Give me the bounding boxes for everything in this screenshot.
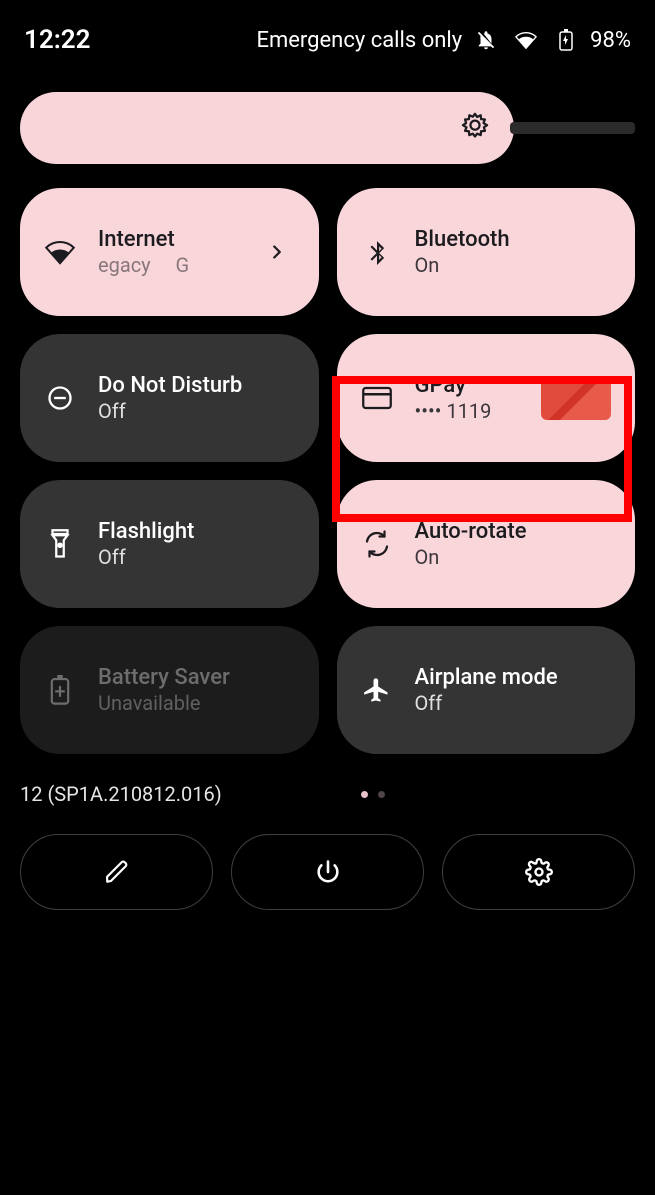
tile-subtitle: egacy G xyxy=(98,253,189,278)
page-indicator[interactable] xyxy=(361,791,385,798)
status-right: Emergency calls only 98% xyxy=(256,24,631,56)
flashlight-icon xyxy=(44,528,76,560)
tile-subtitle: Off xyxy=(98,399,242,424)
power-icon xyxy=(312,856,344,888)
brightness-track[interactable] xyxy=(510,122,635,134)
tile-title: Bluetooth xyxy=(415,226,510,254)
tile-subtitle: On xyxy=(415,253,510,278)
airplane-icon xyxy=(361,674,393,706)
tile-gpay[interactable]: GPay •••• 1119 xyxy=(337,334,636,462)
quick-tiles: Internet egacy G Bluetooth On Do Not Dis… xyxy=(0,188,655,754)
wifi-icon xyxy=(510,24,542,56)
tile-title: GPay xyxy=(415,372,492,400)
autorotate-icon xyxy=(361,528,393,560)
page-dot xyxy=(378,791,385,798)
chevron-right-icon xyxy=(261,236,293,268)
tile-battery-saver[interactable]: Battery Saver Unavailable xyxy=(20,626,319,754)
card-thumbnail xyxy=(541,376,611,420)
tile-title: Auto-rotate xyxy=(415,518,527,546)
clock: 12:22 xyxy=(24,25,91,55)
tile-title: Do Not Disturb xyxy=(98,372,242,400)
brightness-icon xyxy=(458,111,492,145)
tile-subtitle: Unavailable xyxy=(98,691,230,716)
network-status-text: Emergency calls only xyxy=(256,28,462,53)
wifi-icon xyxy=(44,236,76,268)
edit-button[interactable] xyxy=(20,834,213,910)
dnd-off-icon xyxy=(470,24,502,56)
gear-icon xyxy=(523,856,555,888)
battery-icon xyxy=(550,24,582,56)
power-button[interactable] xyxy=(231,834,424,910)
tile-airplane[interactable]: Airplane mode Off xyxy=(337,626,636,754)
tile-title: Internet xyxy=(98,226,189,254)
tile-dnd[interactable]: Do Not Disturb Off xyxy=(20,334,319,462)
battery-percent: 98% xyxy=(590,28,631,53)
footer-row: 12 (SP1A.210812.016) xyxy=(20,782,635,806)
tile-flashlight[interactable]: Flashlight Off xyxy=(20,480,319,608)
build-text: 12 (SP1A.210812.016) xyxy=(20,782,222,806)
tile-subtitle: On xyxy=(415,545,527,570)
pencil-icon xyxy=(101,856,133,888)
page-dot-active xyxy=(361,791,368,798)
tile-subtitle: Off xyxy=(415,691,558,716)
tile-title: Airplane mode xyxy=(415,664,558,692)
bluetooth-icon xyxy=(361,236,393,268)
battery-saver-icon xyxy=(44,674,76,706)
tile-autorotate[interactable]: Auto-rotate On xyxy=(337,480,636,608)
status-bar: 12:22 Emergency calls only 98% xyxy=(0,0,655,56)
card-icon xyxy=(361,382,393,414)
tile-bluetooth[interactable]: Bluetooth On xyxy=(337,188,636,316)
settings-button[interactable] xyxy=(442,834,635,910)
brightness-slider[interactable] xyxy=(20,92,635,164)
tile-title: Battery Saver xyxy=(98,664,230,692)
tile-subtitle: •••• 1119 xyxy=(415,399,492,424)
brightness-fill[interactable] xyxy=(20,92,514,164)
tile-subtitle: Off xyxy=(98,545,194,570)
dnd-icon xyxy=(44,382,76,414)
tile-title: Flashlight xyxy=(98,518,194,546)
bottom-actions xyxy=(0,806,655,910)
tile-internet[interactable]: Internet egacy G xyxy=(20,188,319,316)
